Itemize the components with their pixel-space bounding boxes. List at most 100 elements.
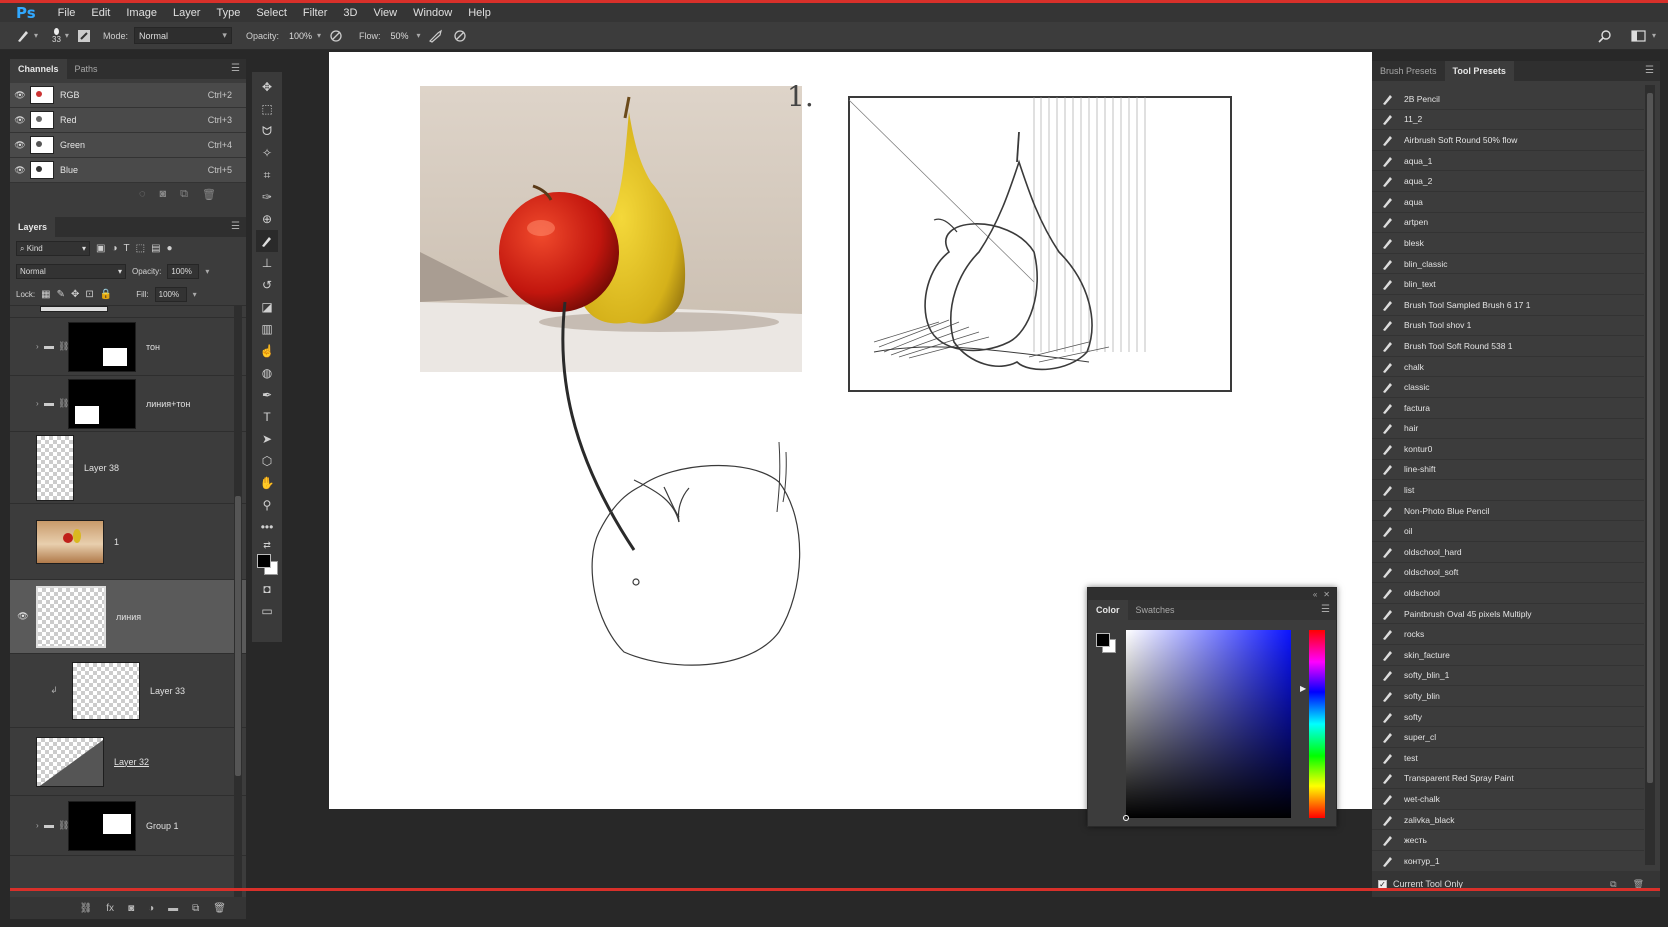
flow-input[interactable]: 50% [387,27,413,44]
filter-pixel-icon[interactable]: ▣ [96,243,105,254]
spot-healing-tool-icon[interactable]: ⊕ [256,208,278,230]
chevron-right-icon[interactable]: › [36,821,44,830]
lock-all-icon[interactable]: 🔒 [100,289,112,300]
preset-item[interactable]: aqua_2 [1372,171,1644,192]
layer-row-group-1[interactable]: › ▬ ⛓ Group 1 [10,796,246,856]
chevron-right-icon[interactable]: › [36,342,44,351]
panel-menu-icon[interactable]: ☰ [1645,65,1654,76]
layer-filter-select[interactable]: ⌕ Kind ▾ [16,241,90,256]
preset-item[interactable]: factura [1372,398,1644,419]
delete-layer-icon[interactable]: 🗑 [213,903,226,914]
history-brush-tool-icon[interactable]: ↺ [256,274,278,296]
screen-mode-icon[interactable]: ▭ [256,600,278,622]
channel-row-rgb[interactable]: 👁 RGB Ctrl+2 [10,83,246,108]
color-swatches[interactable] [255,552,279,578]
load-selection-icon[interactable]: ◌ [139,188,146,200]
filter-shape-icon[interactable]: ⬚ [136,243,145,254]
marquee-tool-icon[interactable]: ⬚ [256,98,278,120]
search-icon[interactable] [1596,27,1614,45]
preset-item[interactable]: chalk [1372,357,1644,378]
preset-item[interactable]: zalivka_black [1372,810,1644,831]
menu-edit[interactable]: Edit [83,7,118,19]
preset-item[interactable]: Paintbrush Oval 45 pixels Multiply [1372,604,1644,625]
preset-item[interactable]: blesk [1372,233,1644,254]
filter-smart-object-icon[interactable]: ▤ [151,243,160,254]
layers-scrollbar[interactable] [234,306,242,902]
zoom-tool-icon[interactable]: ⚲ [256,494,278,516]
lock-paint-icon[interactable]: ✎ [57,289,65,300]
hand-tool-icon[interactable]: ✋ [256,472,278,494]
pressure-size-icon[interactable] [451,27,469,45]
preset-item[interactable]: Non-Photo Blue Pencil [1372,501,1644,522]
layer-style-icon[interactable]: fx [106,903,114,914]
filter-type-icon[interactable]: T [124,243,130,254]
layer-row-layer-38[interactable]: Layer 38 [10,432,246,504]
adjustment-layer-icon[interactable]: ◑ [148,903,154,914]
channel-row-blue[interactable]: 👁 Blue Ctrl+5 [10,158,246,183]
brush-tool-icon[interactable] [256,230,278,252]
foreground-color-swatch[interactable] [1096,633,1110,647]
close-icon[interactable]: ✕ [1323,590,1330,599]
more-tools-icon[interactable]: ••• [256,516,278,538]
visibility-eye-icon[interactable]: 👁 [10,140,30,151]
preset-item[interactable]: aqua_1 [1372,151,1644,172]
fill-input[interactable]: 100% [154,286,187,302]
menu-type[interactable]: Type [208,7,248,19]
preset-item[interactable]: oldschool_soft [1372,563,1644,584]
eyedropper-tool-icon[interactable]: ✑ [256,186,278,208]
preset-item[interactable]: line-shift [1372,460,1644,481]
hue-slider[interactable] [1309,630,1325,818]
chevron-down-icon[interactable]: ▾ [417,31,421,40]
airbrush-icon[interactable] [427,27,445,45]
preset-item[interactable]: softy_blin_1 [1372,666,1644,687]
layer-row-group-ton[interactable]: › ▬ ⛓ тон [10,318,246,376]
brush-tool-preset-icon[interactable] [14,27,32,45]
menu-help[interactable]: Help [460,7,499,19]
menu-filter[interactable]: Filter [295,7,335,19]
menu-view[interactable]: View [365,7,405,19]
lasso-tool-icon[interactable]: ᗢ [256,120,278,142]
preset-item[interactable]: oldschool_hard [1372,542,1644,563]
chevron-down-icon[interactable]: ▾ [193,290,197,299]
tab-paths[interactable]: Paths [67,59,106,79]
crop-tool-icon[interactable]: ⌗ [256,164,278,186]
preset-item[interactable]: super_cl [1372,727,1644,748]
preset-item[interactable]: жесть [1372,830,1644,851]
chevron-down-icon[interactable]: ▾ [65,31,69,40]
eraser-tool-icon[interactable]: ◪ [256,296,278,318]
lock-transparency-icon[interactable]: ▦ [41,289,50,300]
menu-file[interactable]: File [50,7,84,19]
presets-scrollbar-thumb[interactable] [1647,93,1653,783]
tab-tool-presets[interactable]: Tool Presets [1444,61,1514,81]
type-tool-icon[interactable]: T [256,406,278,428]
menu-image[interactable]: Image [118,7,165,19]
foreground-color-swatch[interactable] [257,554,271,568]
preset-item[interactable]: kontur0 [1372,439,1644,460]
new-group-icon[interactable]: ▬ [168,903,178,914]
layer-row-photo[interactable]: 1 [10,504,246,580]
shape-tool-icon[interactable]: ⬡ [256,450,278,472]
new-channel-icon[interactable]: ⧉ [180,188,188,201]
panel-menu-icon[interactable]: ☰ [1321,604,1330,615]
quick-mask-icon[interactable]: ◘ [256,578,278,600]
preset-item[interactable]: softy_blin [1372,686,1644,707]
preset-item[interactable]: 2B Pencil [1372,89,1644,110]
magic-wand-tool-icon[interactable]: ✧ [256,142,278,164]
visibility-eye-icon[interactable]: 👁 [10,611,36,622]
filter-toggle-icon[interactable]: ● [167,243,173,254]
preset-item[interactable]: oil [1372,521,1644,543]
preset-item[interactable]: oldschool [1372,583,1644,604]
blend-mode-select[interactable]: Normal ▾ [16,264,126,279]
preset-item[interactable]: Airbrush Soft Round 50% flow [1372,130,1644,151]
preset-item[interactable]: aqua [1372,192,1644,213]
move-tool-icon[interactable]: ✥ [256,76,278,98]
color-panel-titlebar[interactable]: « ✕ [1088,588,1336,600]
brush-panel-toggle-icon[interactable] [75,27,93,45]
pen-tool-icon[interactable]: ✒ [256,384,278,406]
preset-item[interactable]: test [1372,748,1644,769]
preset-item[interactable]: artpen [1372,213,1644,234]
panel-menu-icon[interactable]: ☰ [231,63,240,74]
dodge-tool-icon[interactable]: ◍ [256,362,278,384]
color-picker-cursor[interactable] [1123,815,1129,821]
preset-item[interactable]: hair [1372,419,1644,440]
